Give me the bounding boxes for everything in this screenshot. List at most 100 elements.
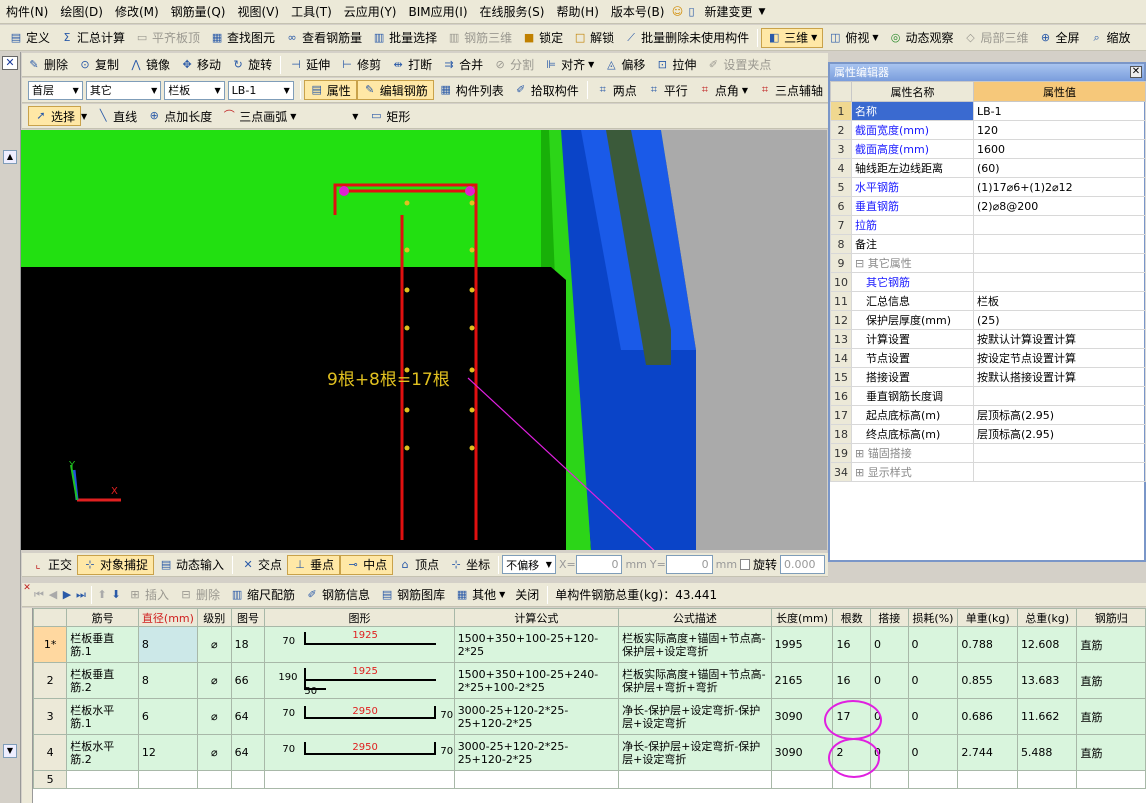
coordinate-button[interactable]: ⊹ 坐标 [444,555,495,575]
property-value[interactable]: (60) [973,158,1146,178]
cell-unit[interactable]: 0.855 [957,662,1018,699]
column-header[interactable]: 损耗(%) [907,608,959,627]
cell-d[interactable]: 8 [137,626,198,663]
column-header[interactable]: 图号 [230,608,266,627]
property-row[interactable]: 13 计算设置 按默认计算设置计算 [830,329,1146,349]
point-angle-button[interactable]: ⌗ 点角 ▼ [693,80,753,100]
midpoint-button[interactable]: ⊸ 中点 [340,554,394,575]
property-value[interactable] [973,215,1146,235]
property-value[interactable] [973,462,1146,482]
chevron-down-icon[interactable]: ▼ [759,7,766,17]
property-value[interactable] [973,272,1146,292]
cell-loss[interactable]: 0 [907,626,959,663]
two-point-button[interactable]: ⌗ 两点 [591,80,642,100]
type-select[interactable]: 其它 ▼ [85,80,162,100]
select-button[interactable]: ➚ 选择 [28,106,82,126]
cell-type[interactable]: 直筋 [1076,734,1146,771]
rebar-shape-cell[interactable]: 70 1925 [264,626,455,663]
unlock-button[interactable]: □ 解锁 [568,28,619,48]
cell-lap[interactable] [869,770,909,789]
local-3d-button[interactable]: ◇ 局部三维 [959,28,1034,48]
cell-len[interactable]: 2165 [770,662,834,699]
arc-mode-select[interactable]: ▼ [301,107,361,126]
cell-total[interactable]: 12.608 [1016,626,1078,663]
property-row[interactable]: 1 名称 LB-1 [830,101,1146,121]
cell-fig[interactable]: 64 [230,734,266,771]
cell-d[interactable] [137,770,198,789]
rebar-shape-cell[interactable]: 70 2950 70 [264,734,455,771]
cell-grade[interactable]: ⌀ [196,698,232,735]
pick-component-button[interactable]: ✐ 拾取构件 [509,80,584,100]
column-header[interactable]: 总重(kg) [1016,608,1078,627]
split-button[interactable]: ⊘ 分割 [488,55,539,75]
three-point-axis-button[interactable]: ⌗ 三点辅轴 [753,80,828,100]
property-value[interactable]: 120 [973,120,1146,140]
table-row[interactable]: 2 栏板垂直筋.2 8 ⌀ 66 190 1925 50 1500+350+100-25+240… [33,662,1146,699]
menu-help[interactable]: 帮助(H) [550,2,604,22]
menu-component[interactable]: 构件(N) [0,2,54,22]
batch-select-button[interactable]: ▥ 批量选择 [367,28,442,48]
cell-unit[interactable] [957,770,1018,789]
column-header[interactable]: 长度(mm) [770,608,834,627]
batch-delete-button[interactable]: ⟋ 批量删除未使用构件 [619,28,754,48]
column-header[interactable]: 钢筋归 [1076,608,1146,627]
rectangle-button[interactable]: ▭ 矩形 [364,106,415,126]
cell-name[interactable]: 栏板水平筋.1 [66,698,139,735]
align-button[interactable]: ⊫ 对齐 ▼ [539,55,599,75]
set-grip-button[interactable]: ✐ 设置夹点 [701,55,776,75]
cell-desc[interactable]: 净长-保护层+设定弯折-保护层+设定弯折 [618,698,772,735]
cell-len[interactable] [770,770,834,789]
insert-button[interactable]: ⊞ 插入 [123,585,174,605]
cell-unit[interactable]: 0.686 [957,698,1018,735]
menu-tools[interactable]: 工具(T) [285,2,338,22]
cell-lap[interactable]: 0 [869,662,909,699]
vertex-button[interactable]: ⌂ 顶点 [393,555,444,575]
edit-rebar-button[interactable]: ✎ 编辑钢筋 [356,80,434,100]
property-value[interactable]: LB-1 [973,101,1146,121]
property-row[interactable]: 6 垂直钢筋 (2)⌀8@200 [830,196,1146,216]
cell-len[interactable]: 3090 [770,734,834,771]
column-header[interactable]: 图形 [264,608,455,627]
property-value[interactable]: (1)17⌀6+(1)2⌀12 [973,177,1146,197]
menu-online[interactable]: 在线服务(S) [474,2,551,22]
other-button[interactable]: ▦ 其他 ▼ [450,585,510,605]
cell-loss[interactable]: 0 [907,698,959,735]
viewport-canvas[interactable]: 9根+8根=17根 X Y [21,130,827,550]
close-icon[interactable]: ✕ [22,583,32,593]
zoom-button[interactable]: ⌕ 缩放 [1085,28,1136,48]
cell-formula[interactable]: 1500+350+100-25+120-2*25 [453,626,620,663]
cell-count[interactable]: 16 [832,662,871,699]
last-record-icon[interactable]: ⏭ [74,588,88,602]
x-input[interactable]: 0 [575,555,623,574]
arc-button[interactable]: ⌒ 三点画弧 ▼ [217,106,301,126]
scroll-down-icon[interactable]: ▼ [3,744,17,758]
cell-type[interactable]: 直筋 [1076,662,1146,699]
cell-formula[interactable]: 1500+350+100-25+240-2*25+100-2*25 [453,662,620,699]
column-header[interactable] [33,608,68,627]
offset-mode-select[interactable]: 不偏移 ▼ [502,555,556,574]
table-row[interactable]: 3 栏板水平筋.1 6 ⌀ 64 70 2950 70 3000-25+120-2*25-25+… [33,698,1146,735]
column-header[interactable]: 计算公式 [453,608,620,627]
cell-unit[interactable]: 0.788 [957,626,1018,663]
mirror-button[interactable]: ⋀ 镜像 [124,55,175,75]
cell-name[interactable]: 栏板垂直筋.1 [66,626,139,663]
perpendicular-button[interactable]: ⊥ 垂点 [287,554,341,575]
property-value[interactable]: 层顶标高(2.95) [973,405,1146,425]
trim-button[interactable]: ⊢ 修剪 [335,55,386,75]
property-row[interactable]: 11 汇总信息 栏板 [830,291,1146,311]
cell-total[interactable]: 11.662 [1016,698,1078,735]
cell-lap[interactable]: 0 [869,626,909,663]
property-value[interactable] [973,253,1146,273]
move-button[interactable]: ✥ 移动 [175,55,226,75]
cell-desc[interactable] [618,770,772,789]
cell-grade[interactable]: ⌀ [196,734,232,771]
column-header[interactable]: 单重(kg) [957,608,1018,627]
property-row[interactable]: 14 节点设置 按设定节点设置计算 [830,348,1146,368]
level-slab-button[interactable]: ▭ 平齐板顶 [130,28,205,48]
rotate-checkbox[interactable] [740,559,750,570]
find-element-button[interactable]: ▦ 查找图元 [205,28,280,48]
cell-len[interactable]: 1995 [770,626,834,663]
line-button[interactable]: ╲ 直线 [91,106,142,126]
floor-select[interactable]: 首层 ▼ [28,80,83,100]
cell-total[interactable]: 5.488 [1016,734,1078,771]
